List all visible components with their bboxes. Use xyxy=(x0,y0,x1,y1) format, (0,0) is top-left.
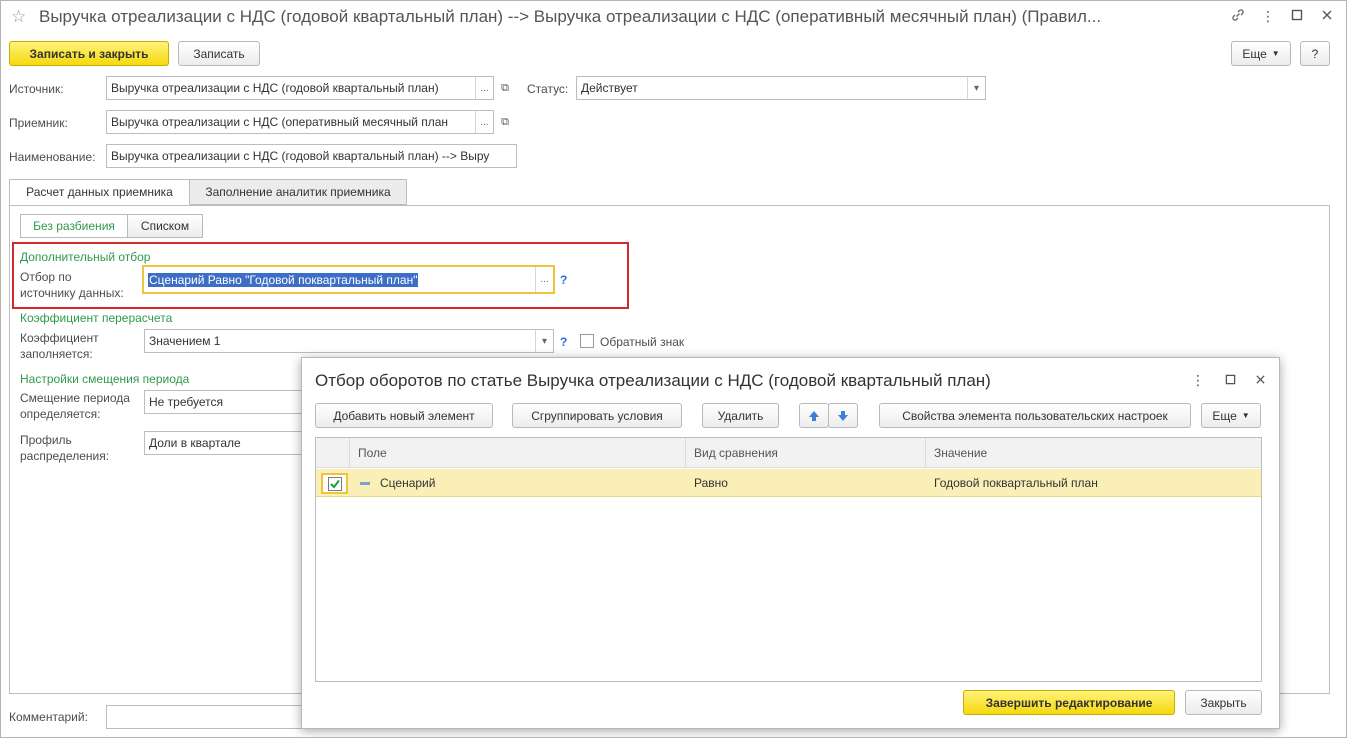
dialog-more-label: Еще xyxy=(1212,408,1237,423)
receiver-select-button[interactable]: ... xyxy=(475,111,493,133)
more-button[interactable]: Еще ▼ xyxy=(1231,41,1291,66)
element-properties-button[interactable]: Свойства элемента пользовательских настр… xyxy=(879,403,1191,428)
filter-select-button[interactable]: ... xyxy=(535,267,553,292)
profile-label-line1: Профиль xyxy=(20,433,72,447)
link-icon[interactable] xyxy=(1228,8,1248,25)
dialog-close-button[interactable]: Закрыть xyxy=(1185,690,1262,715)
source-field[interactable]: Выручка отреализации с НДС (годовой квар… xyxy=(106,76,494,100)
coefficient-title: Коэффициент перерасчета xyxy=(20,311,173,325)
filter-dialog: Отбор оборотов по статье Выручка отреали… xyxy=(301,357,1280,729)
row-value-cell: Годовой поквартальный план xyxy=(934,476,1098,490)
more-button-label: Еще xyxy=(1242,46,1267,61)
row-field-cell: Сценарий xyxy=(350,469,686,497)
name-label: Наименование: xyxy=(9,150,96,164)
finish-editing-button[interactable]: Завершить редактирование xyxy=(963,690,1175,715)
receiver-open-icon[interactable]: ⧉ xyxy=(496,111,514,133)
filter-label-line2: источнику данных: xyxy=(20,286,124,300)
filter-help-icon[interactable]: ? xyxy=(560,273,567,287)
row-comparison-cell: Равно xyxy=(694,476,728,490)
dropdown-arrow-icon: ▼ xyxy=(1241,411,1250,420)
reverse-sign-checkbox[interactable] xyxy=(580,334,594,348)
tab-receiver-calculation[interactable]: Расчет данных приемника xyxy=(9,179,190,205)
period-settings-title: Настройки смещения периода xyxy=(20,372,190,386)
source-value: Выручка отреализации с НДС (годовой квар… xyxy=(111,81,439,95)
source-open-icon[interactable]: ⧉ xyxy=(496,77,514,99)
shift-value: Не требуется xyxy=(149,395,223,409)
move-up-button[interactable] xyxy=(799,403,829,428)
profile-value: Доли в квартале xyxy=(149,436,241,450)
group-conditions-button[interactable]: Сгруппировать условия xyxy=(512,403,682,428)
checkmark-icon xyxy=(327,476,342,491)
filter-label-line1: Отбор по xyxy=(20,270,72,284)
receiver-field[interactable]: Выручка отреализации с НДС (оперативный … xyxy=(106,110,494,134)
window-title: Выручка отреализации с НДС (годовой квар… xyxy=(39,7,1102,26)
dropdown-arrow-icon: ▼ xyxy=(1271,49,1280,58)
coefficient-help-icon[interactable]: ? xyxy=(560,335,567,349)
status-dropdown-icon[interactable]: ▾ xyxy=(967,77,985,99)
comment-input[interactable] xyxy=(106,705,316,729)
maximize-icon[interactable] xyxy=(1287,8,1307,24)
dialog-more-vertical-icon[interactable]: ⋮ xyxy=(1191,372,1205,389)
main-window: ☆ Выручка отреализации с НДС (годовой кв… xyxy=(0,0,1347,738)
source-select-button[interactable]: ... xyxy=(475,77,493,99)
name-value: Выручка отреализации с НДС (годовой квар… xyxy=(111,149,490,163)
grid-header-field[interactable]: Поле xyxy=(350,438,686,468)
coefficient-select[interactable]: Значением 1 ▾ xyxy=(144,329,554,353)
conditions-grid: Поле Вид сравнения Значение Сценарий Рав… xyxy=(315,437,1262,682)
coefficient-dropdown-icon[interactable]: ▾ xyxy=(535,330,553,352)
segment-list[interactable]: Списком xyxy=(127,214,203,238)
segment-no-split[interactable]: Без разбиения xyxy=(20,214,128,238)
grid-header-value[interactable]: Значение xyxy=(926,438,1261,468)
collapse-dash-icon[interactable] xyxy=(360,481,370,485)
shift-select[interactable]: Не требуется xyxy=(144,390,314,414)
row-field-value: Сценарий xyxy=(380,476,436,490)
receiver-label: Приемник: xyxy=(9,116,68,130)
filter-field[interactable]: Сценарий Равно "Годовой поквартальный пл… xyxy=(142,265,555,294)
shift-label-line2: определяется: xyxy=(20,407,101,421)
favorite-star-icon[interactable]: ☆ xyxy=(11,7,26,27)
dialog-maximize-icon[interactable] xyxy=(1225,374,1236,388)
filter-value-wrap: Сценарий Равно "Годовой поквартальный пл… xyxy=(148,272,535,287)
status-value: Действует xyxy=(581,81,638,95)
name-input[interactable]: Выручка отреализации с НДС (годовой квар… xyxy=(106,144,517,168)
save-and-close-button[interactable]: Записать и закрыть xyxy=(9,41,169,66)
additional-filter-title: Дополнительный отбор xyxy=(20,250,151,264)
row-checkbox[interactable] xyxy=(321,473,348,494)
delete-button[interactable]: Удалить xyxy=(702,403,779,428)
save-button[interactable]: Записать xyxy=(178,41,260,66)
dialog-more-button[interactable]: Еще ▼ xyxy=(1201,403,1261,428)
profile-select[interactable]: Доли в квартале xyxy=(144,431,314,455)
dialog-title: Отбор оборотов по статье Выручка отреали… xyxy=(315,371,991,390)
status-select[interactable]: Действует ▾ xyxy=(576,76,986,100)
dialog-close-icon[interactable] xyxy=(1255,374,1266,388)
coefficient-value: Значением 1 xyxy=(149,334,221,348)
coefficient-label-line2: заполняется: xyxy=(20,347,93,361)
grid-header-comparison[interactable]: Вид сравнения xyxy=(686,438,926,468)
receiver-value: Выручка отреализации с НДС (оперативный … xyxy=(111,115,449,129)
arrow-down-icon xyxy=(838,410,848,421)
source-label: Источник: xyxy=(9,82,64,96)
comment-label: Комментарий: xyxy=(9,710,88,724)
more-vertical-icon[interactable]: ⋮ xyxy=(1258,8,1278,25)
grid-header-check xyxy=(316,438,350,468)
filter-value: Сценарий Равно "Годовой поквартальный пл… xyxy=(148,272,419,287)
coefficient-label-line1: Коэффициент xyxy=(20,331,99,345)
add-element-button[interactable]: Добавить новый элемент xyxy=(315,403,493,428)
tab-receiver-analytics[interactable]: Заполнение аналитик приемника xyxy=(189,179,407,205)
title-bar: ☆ Выручка отреализации с НДС (годовой кв… xyxy=(1,1,1346,35)
move-down-button[interactable] xyxy=(828,403,858,428)
status-label: Статус: xyxy=(527,82,569,96)
reverse-sign-label: Обратный знак xyxy=(600,335,685,349)
arrow-up-icon xyxy=(809,410,819,421)
help-button[interactable]: ? xyxy=(1300,41,1330,66)
profile-label-line2: распределения: xyxy=(20,449,110,463)
shift-label-line1: Смещение периода xyxy=(20,391,130,405)
close-icon[interactable] xyxy=(1317,8,1337,24)
